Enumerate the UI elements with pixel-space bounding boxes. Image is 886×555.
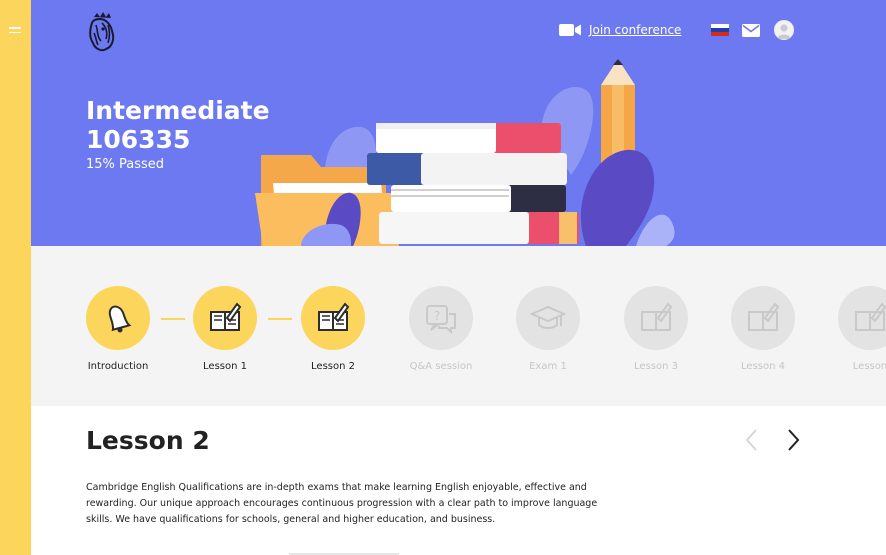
step-circle bbox=[624, 286, 688, 350]
hero-banner: Join conference Intermediate 106335 15% … bbox=[31, 0, 886, 246]
step-lesson-4[interactable]: Lesson 4 bbox=[703, 286, 823, 372]
join-conference-link[interactable]: Join conference bbox=[589, 23, 681, 37]
chevron-left-icon[interactable] bbox=[744, 428, 760, 452]
step-circle: ? bbox=[409, 286, 473, 350]
russian-flag-icon[interactable] bbox=[711, 24, 730, 36]
step-label: Lesson bbox=[852, 361, 886, 372]
book-icon bbox=[210, 302, 242, 331]
lesson-content: Lesson 2 Cambridge English Qualification… bbox=[31, 406, 886, 555]
chevron-right-icon[interactable] bbox=[785, 428, 801, 452]
step-label: Lesson 1 bbox=[203, 361, 247, 372]
chat-bubbles-icon: ? bbox=[426, 305, 456, 335]
step-circle bbox=[731, 286, 795, 350]
lesson-description: Cambridge English Qualifications are in-… bbox=[86, 482, 598, 525]
sidebar bbox=[0, 0, 31, 555]
step-introduction[interactable]: Introduction bbox=[58, 286, 178, 372]
lesson-title: Lesson 2 bbox=[86, 426, 210, 455]
lesson-progress-track: Introduction Lesson 1 Lesson 2 ? Q&A ses… bbox=[31, 246, 886, 406]
step-lesson-3[interactable]: Lesson 3 bbox=[596, 286, 716, 372]
user-avatar-icon[interactable] bbox=[774, 20, 795, 40]
step-circle bbox=[516, 286, 580, 350]
book-icon bbox=[318, 302, 350, 331]
step-circle bbox=[193, 286, 257, 350]
step-circle bbox=[838, 286, 886, 350]
top-nav: Join conference bbox=[559, 20, 795, 40]
svg-text:?: ? bbox=[434, 309, 440, 323]
mail-icon[interactable] bbox=[742, 23, 761, 37]
step-label: Lesson 2 bbox=[311, 361, 355, 372]
step-lesson-next[interactable]: Lesson bbox=[810, 286, 886, 372]
step-circle bbox=[86, 286, 150, 350]
graduation-cap-icon bbox=[529, 305, 567, 329]
step-lesson-1[interactable]: Lesson 1 bbox=[165, 286, 285, 372]
step-label: Lesson 3 bbox=[634, 361, 678, 372]
step-qa-session[interactable]: ? Q&A session bbox=[381, 286, 501, 372]
step-label: Lesson 4 bbox=[741, 361, 785, 372]
course-title-line2: 106335 bbox=[86, 125, 191, 154]
step-circle bbox=[301, 286, 365, 350]
step-exam-1[interactable]: Exam 1 bbox=[488, 286, 608, 372]
lion-logo-icon[interactable] bbox=[84, 11, 118, 53]
bell-icon bbox=[108, 305, 132, 333]
progress-text: 15% Passed bbox=[86, 157, 165, 172]
book-icon bbox=[748, 302, 780, 331]
camera-icon bbox=[559, 24, 581, 36]
book-icon bbox=[641, 302, 673, 331]
step-label: Exam 1 bbox=[529, 361, 567, 372]
step-label: Introduction bbox=[87, 361, 149, 372]
book-icon bbox=[855, 302, 886, 331]
books-illustration bbox=[255, 59, 675, 246]
step-lesson-2[interactable]: Lesson 2 bbox=[273, 286, 393, 372]
step-label: Q&A session bbox=[409, 361, 473, 372]
menu-icon[interactable] bbox=[9, 27, 21, 35]
